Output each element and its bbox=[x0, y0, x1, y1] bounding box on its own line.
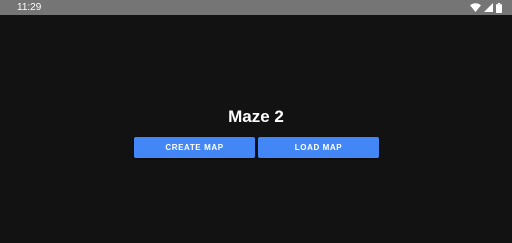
status-time: 11:29 bbox=[17, 2, 42, 13]
status-icons bbox=[470, 2, 502, 13]
signal-icon bbox=[484, 3, 493, 12]
load-map-button[interactable]: LOAD MAP bbox=[258, 137, 379, 158]
main-screen: Maze 2 CREATE MAP LOAD MAP bbox=[0, 15, 512, 243]
create-map-button[interactable]: CREATE MAP bbox=[134, 137, 255, 158]
wifi-icon bbox=[470, 3, 481, 12]
page-title: Maze 2 bbox=[228, 107, 284, 126]
status-bar: 11:29 bbox=[0, 0, 512, 15]
battery-icon bbox=[496, 2, 502, 13]
